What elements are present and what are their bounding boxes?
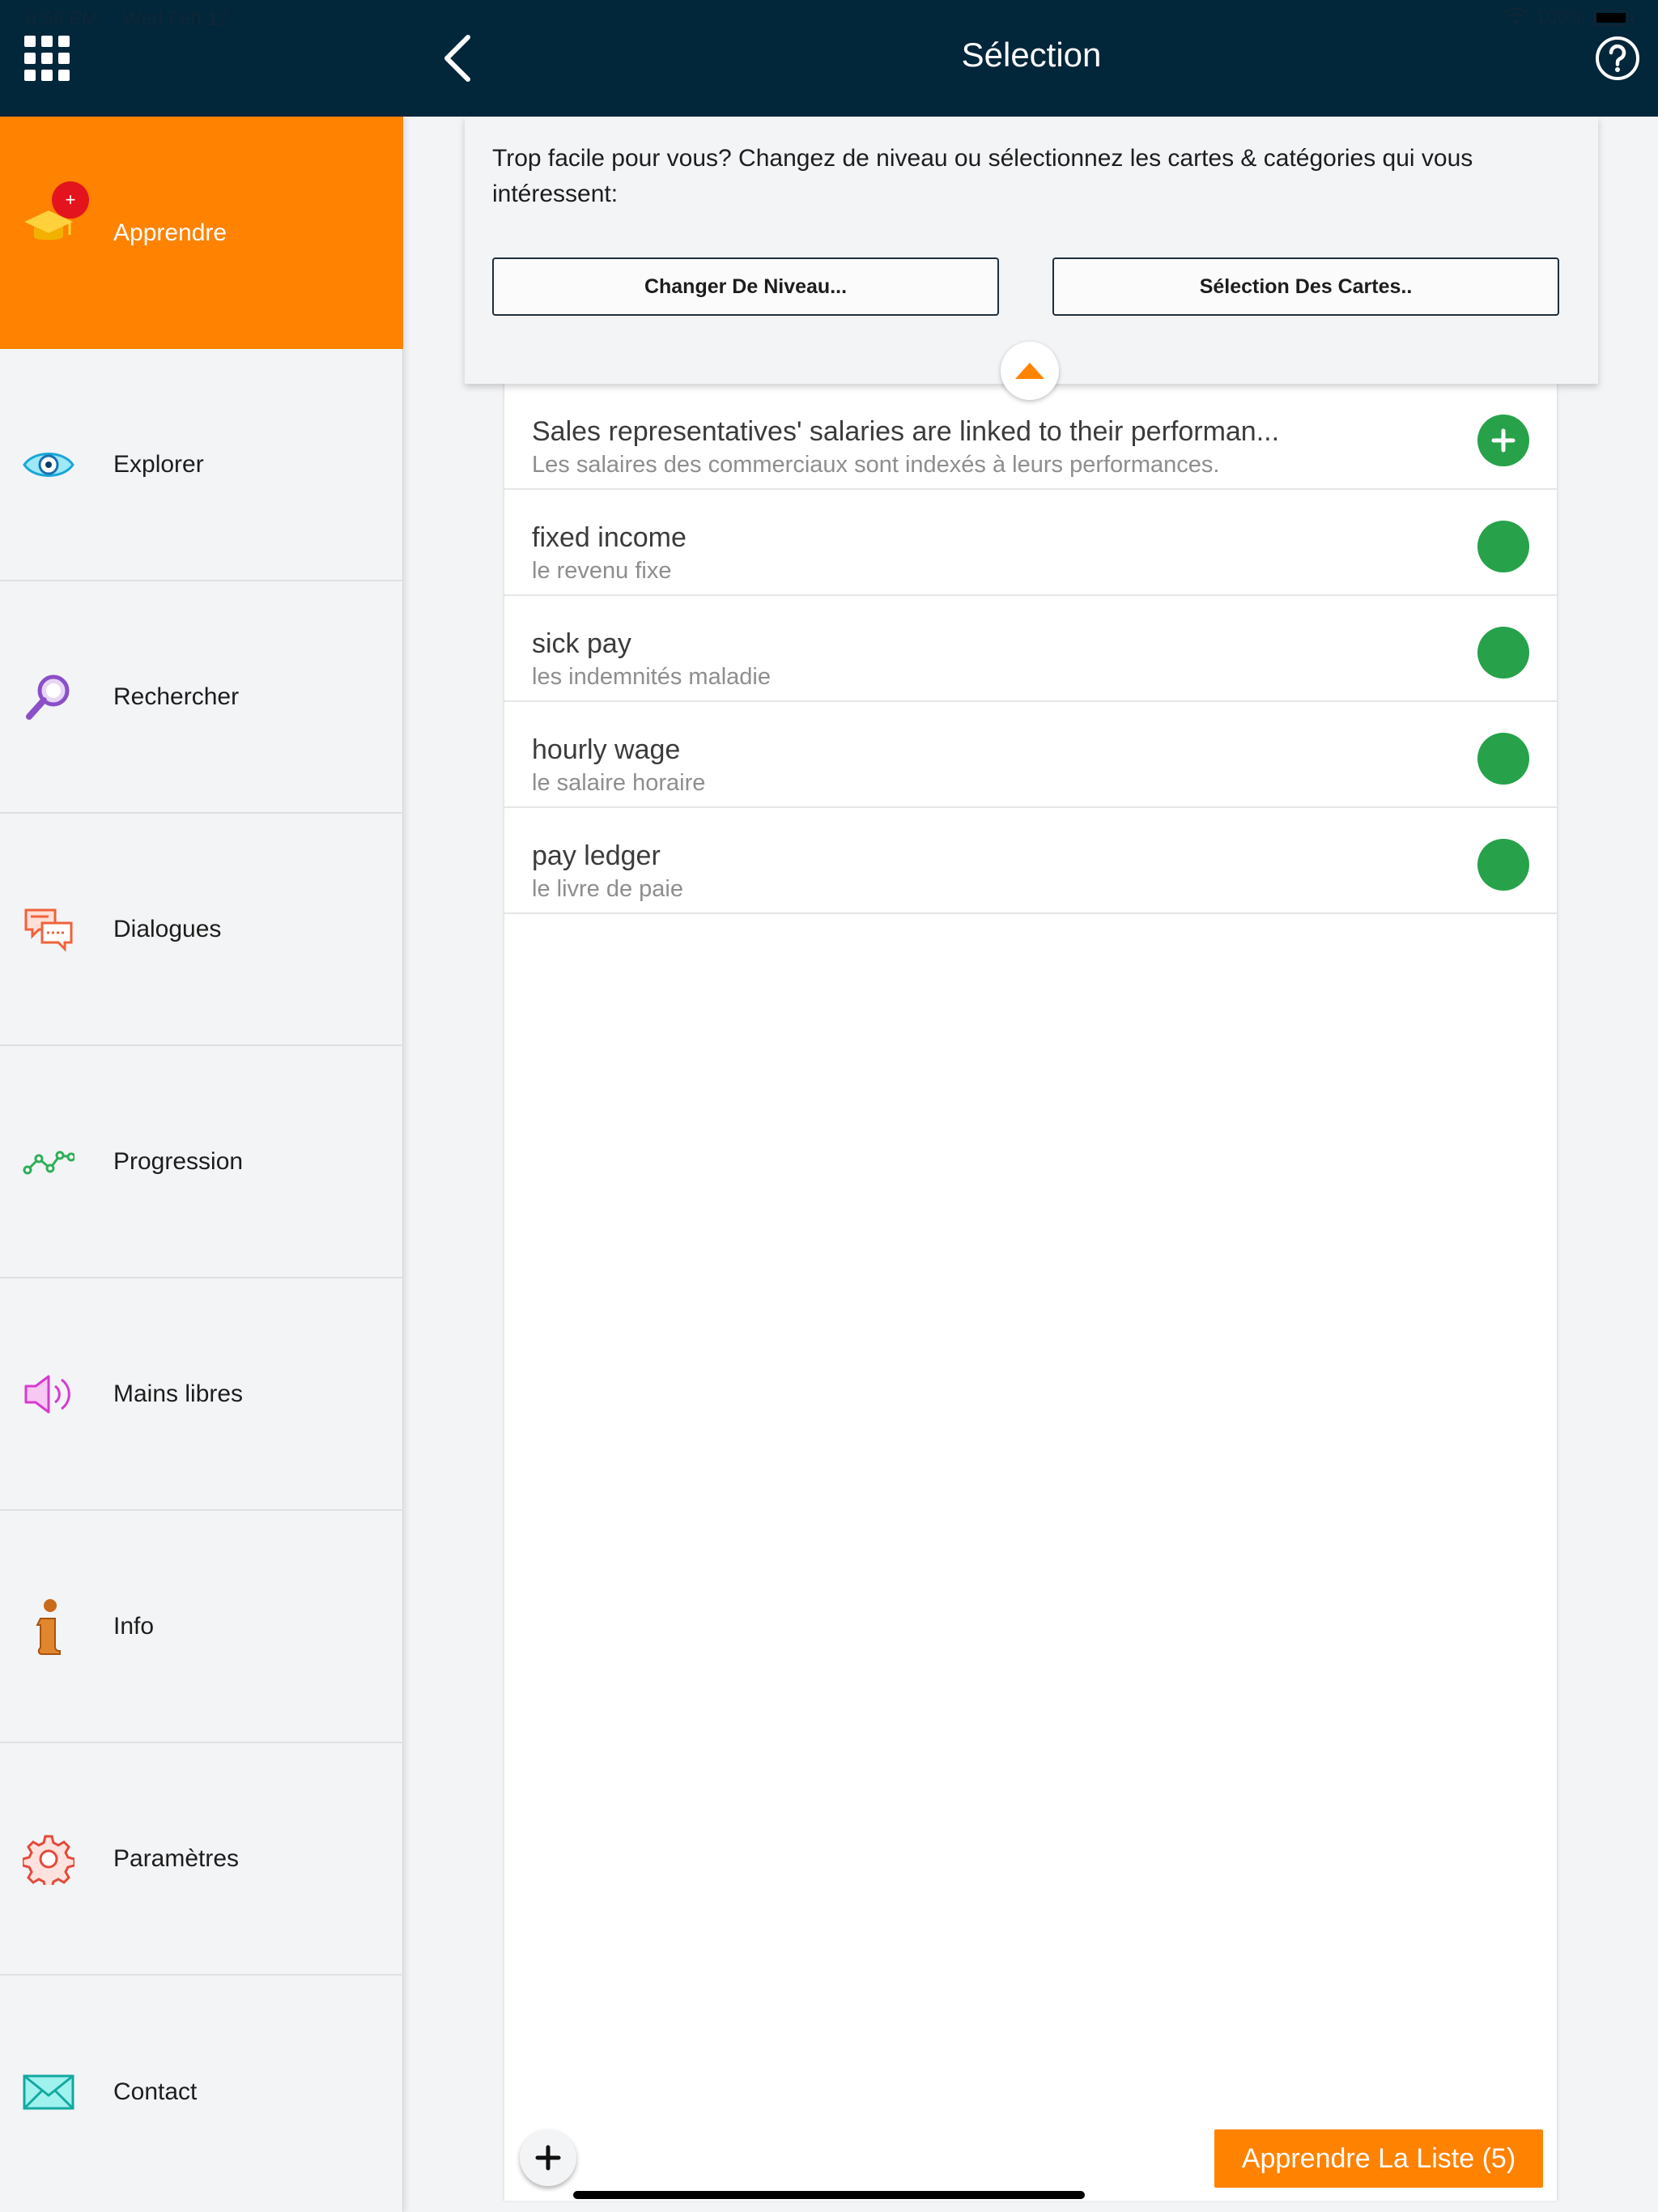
battery-percent: 100%	[1535, 6, 1585, 28]
sidebar-item-label: Apprendre	[113, 219, 227, 246]
sidebar-item-progression[interactable]: Progression	[0, 1046, 403, 1278]
list-item-english: sick pay	[532, 628, 631, 659]
home-indicator	[573, 2191, 1085, 2199]
list-item-english: Sales representatives' salaries are link…	[532, 416, 1280, 447]
add-to-list-button[interactable]	[1477, 415, 1529, 466]
battery-tip	[1630, 15, 1634, 21]
sidebar-item-label: Rechercher	[113, 683, 240, 710]
sidebar-item-label: Contact	[113, 2078, 198, 2105]
speaker-icon	[21, 1367, 76, 1422]
sidebar-item-dialogues[interactable]: Dialogues	[0, 814, 403, 1046]
list-item-english: fixed income	[532, 522, 687, 553]
sidebar-item-label: Explorer	[113, 450, 204, 478]
sidebar-item-parametres[interactable]: Paramètres	[0, 1743, 403, 1976]
status-dot[interactable]	[1477, 733, 1529, 785]
apps-grid-icon[interactable]	[24, 36, 70, 81]
word-list: Sales representatives' salaries are link…	[504, 384, 1558, 2201]
list-item[interactable]: hourly wage le salaire horaire	[504, 702, 1558, 808]
list-item-french: le livre de paie	[532, 876, 683, 902]
sidebar-item-label: Paramètres	[113, 1844, 240, 1872]
sidebar-item-apprendre[interactable]: + Apprendre	[0, 117, 403, 349]
learn-list-button[interactable]: Apprendre La Liste (5)	[1214, 2129, 1543, 2188]
change-level-button[interactable]: Changer De Niveau...	[492, 257, 999, 316]
list-item-english: hourly wage	[532, 734, 681, 765]
sidebar-item-explorer[interactable]: Explorer	[0, 349, 403, 581]
new-badge: +	[52, 181, 89, 219]
plus-icon	[535, 2145, 561, 2171]
caret-up-icon	[1015, 363, 1044, 379]
list-item[interactable]: pay ledger le livre de paie	[504, 808, 1558, 914]
line-graph-icon	[21, 1134, 76, 1189]
sidebar-item-mains-libres[interactable]: Mains libres	[0, 1278, 403, 1511]
top-navigation-bar: 6:58 PM Wed Feb 12 .... 100% Sélection	[0, 0, 1658, 117]
gear-icon	[21, 1831, 76, 1887]
magnifier-icon	[21, 670, 76, 725]
list-item[interactable]: fixed income le revenu fixe	[504, 490, 1558, 596]
list-item-french: Les salaires des commerciaux sont indexé…	[532, 452, 1220, 478]
wifi-icon	[1503, 8, 1528, 24]
back-chevron-icon[interactable]	[437, 32, 478, 84]
envelope-icon	[21, 2065, 76, 2120]
collapse-panel-button[interactable]	[1001, 342, 1059, 400]
sidebar: + Apprendre Explorer Rechercher Dialogue…	[0, 117, 403, 2212]
list-item[interactable]: sick pay les indemnités maladie	[504, 596, 1558, 702]
list-item-english: pay ledger	[532, 840, 661, 871]
sidebar-item-contact[interactable]: Contact	[0, 1976, 403, 2208]
list-item-french: le revenu fixe	[532, 558, 672, 584]
status-time: 6:58 PM	[26, 8, 99, 30]
status-dot[interactable]	[1477, 839, 1529, 891]
sidebar-item-label: Mains libres	[113, 1380, 244, 1407]
sidebar-item-rechercher[interactable]: Rechercher	[0, 581, 403, 814]
sidebar-item-info[interactable]: Info	[0, 1511, 403, 1743]
select-cards-button[interactable]: Sélection Des Cartes..	[1052, 257, 1559, 316]
page-title: Sélection	[961, 36, 1102, 74]
status-dot[interactable]	[1477, 521, 1529, 572]
list-item-french: les indemnités maladie	[532, 664, 771, 690]
status-dot[interactable]	[1477, 627, 1529, 678]
eye-icon	[21, 437, 76, 492]
list-item-french: le salaire horaire	[532, 770, 706, 796]
status-indicators: .... 100%	[1469, 6, 1634, 29]
status-date: Wed Feb 12	[123, 8, 229, 30]
sidebar-item-label: Info	[113, 1612, 155, 1640]
sidebar-item-label: Dialogues	[113, 915, 222, 942]
signal-icon: ....	[1469, 7, 1495, 28]
sidebar-item-label: Progression	[113, 1147, 244, 1175]
chat-bubbles-icon	[21, 902, 76, 957]
info-icon	[21, 1598, 76, 1655]
battery-icon	[1593, 10, 1629, 26]
info-text: Trop facile pour vous? Changez de niveau…	[492, 145, 1473, 207]
add-item-button[interactable]	[520, 2129, 576, 2186]
plus-icon	[1491, 428, 1516, 453]
help-icon[interactable]	[1595, 36, 1640, 81]
